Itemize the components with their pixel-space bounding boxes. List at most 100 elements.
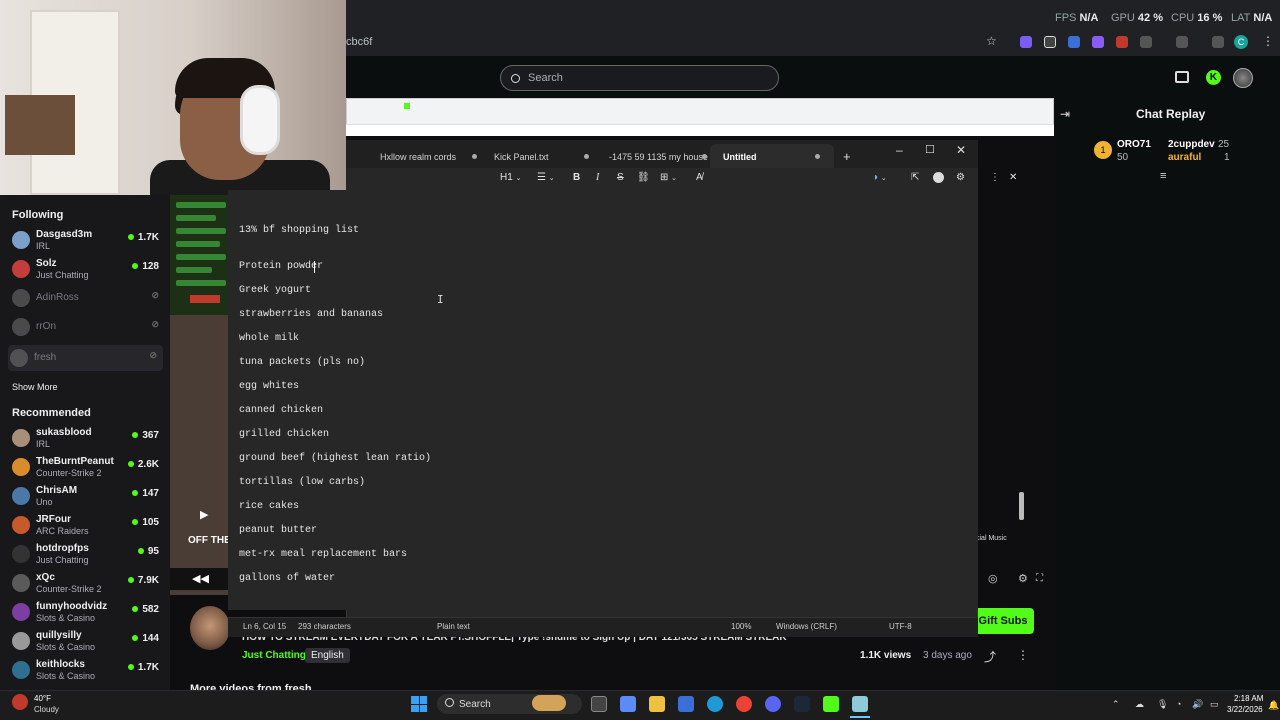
weather-temp[interactable]: 40°F: [34, 694, 51, 703]
text-line[interactable]: grilled chicken: [239, 429, 329, 440]
text-line[interactable]: whole milk: [239, 333, 299, 344]
extension-icon[interactable]: [1116, 36, 1128, 48]
scrollbar[interactable]: [1019, 492, 1024, 520]
extension-icon[interactable]: [1092, 36, 1104, 48]
show-more-link[interactable]: Show More: [12, 382, 58, 392]
store-icon[interactable]: [678, 696, 694, 712]
close-panel-icon[interactable]: ✕: [1009, 172, 1017, 183]
puzzle-icon[interactable]: [1140, 36, 1152, 48]
search-input[interactable]: Search: [500, 65, 779, 91]
play-icon[interactable]: ▶: [200, 508, 208, 521]
link-icon[interactable]: ⛓: [637, 172, 650, 183]
profile-avatar[interactable]: C: [1234, 35, 1248, 49]
sidebar-channel[interactable]: funnyhoodvidz Slots & Casino 582: [10, 599, 165, 627]
sidebar-channel[interactable]: Dasgasd3m IRL 1.7K: [10, 227, 165, 255]
text-line[interactable]: strawberries and bananas: [239, 309, 383, 320]
kick-coin-icon[interactable]: K: [1206, 70, 1221, 85]
gift-subs-button[interactable]: Gift Subs: [972, 608, 1034, 634]
menu-icon[interactable]: [1212, 36, 1224, 48]
collapse-chat-icon[interactable]: ⇥: [1060, 107, 1070, 121]
bookmark-star-icon[interactable]: ☆: [986, 34, 997, 48]
text-line[interactable]: tuna packets (pls no): [239, 357, 365, 368]
steam-icon[interactable]: [794, 696, 810, 712]
share-icon[interactable]: ⇱: [911, 172, 919, 183]
sidebar-channel[interactable]: sukasblood IRL 367: [10, 425, 165, 453]
extension-icon[interactable]: [1068, 36, 1080, 48]
file-explorer-icon[interactable]: [649, 696, 665, 712]
heading-dropdown[interactable]: H1 ⌄: [500, 172, 521, 183]
settings-icon[interactable]: ⚙: [956, 172, 965, 183]
extension-icon[interactable]: [1020, 36, 1032, 48]
discord-icon[interactable]: [765, 696, 781, 712]
tab-kick-panel[interactable]: Kick Panel.txt: [494, 152, 549, 162]
text-line[interactable]: ground beef (highest lean ratio): [239, 453, 431, 464]
text-line[interactable]: 13% bf shopping list: [239, 225, 359, 236]
sidebar-channel[interactable]: keithlocks Slots & Casino 1.7K: [10, 657, 165, 685]
notepad-editor[interactable]: [228, 190, 978, 610]
chrome-icon[interactable]: [736, 696, 752, 712]
weather-icon[interactable]: [12, 694, 28, 710]
fullscreen-icon[interactable]: ⛶: [1036, 573, 1043, 584]
text-line[interactable]: canned chicken: [239, 405, 323, 416]
url-text[interactable]: cbc6f: [346, 36, 372, 48]
strikethrough-icon[interactable]: S: [617, 172, 624, 183]
more-options-icon[interactable]: ⋮: [1262, 34, 1274, 48]
expand-leaderboard-icon[interactable]: ≡: [1160, 170, 1166, 182]
kick-icon[interactable]: [823, 696, 839, 712]
copilot-icon[interactable]: ◑ ⌄: [872, 172, 887, 183]
sidebar-icon[interactable]: [1176, 36, 1188, 48]
list-icon[interactable]: ☰ ⌄: [537, 172, 555, 183]
text-line[interactable]: Protein powder: [239, 261, 323, 272]
table-icon[interactable]: ⊞ ⌄: [660, 172, 677, 183]
sidebar-channel[interactable]: JRFour ARC Raiders 105: [10, 512, 165, 540]
tab-my-house[interactable]: -1475 59 1135 my house: [609, 152, 708, 162]
inbox-icon[interactable]: [1175, 71, 1189, 83]
start-icon[interactable]: [411, 696, 427, 712]
maximize-icon[interactable]: ☐: [925, 143, 935, 156]
text-line[interactable]: gallons of water: [239, 573, 335, 584]
text-line[interactable]: peanut butter: [239, 525, 317, 536]
sidebar-channel[interactable]: fresh ⊘: [8, 345, 163, 371]
close-icon[interactable]: ✕: [956, 143, 966, 157]
sidebar-channel[interactable]: quillysilly Slots & Casino 144: [10, 628, 165, 656]
clock-date[interactable]: 3/22/2026: [1227, 705, 1263, 714]
onedrive-icon[interactable]: ☁: [1135, 699, 1144, 710]
widget-icon[interactable]: [532, 695, 566, 711]
minimize-icon[interactable]: –: [896, 143, 903, 157]
text-line[interactable]: tortillas (low carbs): [239, 477, 365, 488]
weather-condition[interactable]: Cloudy: [34, 705, 59, 714]
text-line[interactable]: egg whites: [239, 381, 299, 392]
clock-time[interactable]: 2:18 AM: [1234, 694, 1263, 703]
battery-icon[interactable]: ▭: [1210, 699, 1219, 710]
language-tag[interactable]: English: [305, 648, 350, 663]
microphone-icon[interactable]: 🎙: [1157, 699, 1168, 710]
sidebar-channel[interactable]: TheBurntPeanut Counter-Strike 2 2.6K: [10, 454, 165, 482]
notepad-icon[interactable]: [852, 696, 868, 712]
settings-icon[interactable]: ⚙: [1018, 572, 1028, 585]
format-selector[interactable]: Plain text: [437, 622, 470, 631]
volume-icon[interactable]: 🔊: [1192, 699, 1203, 710]
new-tab-icon[interactable]: +: [843, 149, 851, 164]
user-avatar[interactable]: [1233, 68, 1253, 88]
sidebar-channel[interactable]: rrOn ⊘: [10, 314, 165, 342]
more-options-icon[interactable]: ⋮: [990, 172, 1000, 183]
category-link[interactable]: Just Chatting: [242, 650, 306, 661]
leaderboard-name[interactable]: auraful: [1168, 152, 1201, 163]
extension-icon[interactable]: [1044, 36, 1056, 48]
sidebar-channel[interactable]: Solz Just Chatting 128: [10, 256, 165, 284]
line-ending[interactable]: Windows (CRLF): [776, 622, 837, 631]
clear-format-icon[interactable]: A̸: [696, 172, 703, 183]
tab-untitled[interactable]: Untitled: [723, 152, 757, 162]
wifi-icon[interactable]: ◔: [1176, 699, 1181, 709]
zoom-level[interactable]: 100%: [731, 622, 751, 631]
tab-hxllow-realm-cords[interactable]: Hxllow realm cords: [380, 152, 456, 162]
sidebar-channel[interactable]: AdinRoss ⊘: [10, 285, 165, 313]
bold-icon[interactable]: B: [573, 172, 580, 183]
sidebar-channel[interactable]: xQc Counter-Strike 2 7.9K: [10, 570, 165, 598]
task-view-icon[interactable]: [591, 696, 607, 712]
sidebar-channel[interactable]: ChrisAM Uno 147: [10, 483, 165, 511]
italic-icon[interactable]: I: [596, 172, 599, 183]
notification-icon[interactable]: 🔔: [1268, 700, 1279, 711]
text-line[interactable]: rice cakes: [239, 501, 299, 512]
more-options-icon[interactable]: ⋮: [1017, 648, 1029, 662]
